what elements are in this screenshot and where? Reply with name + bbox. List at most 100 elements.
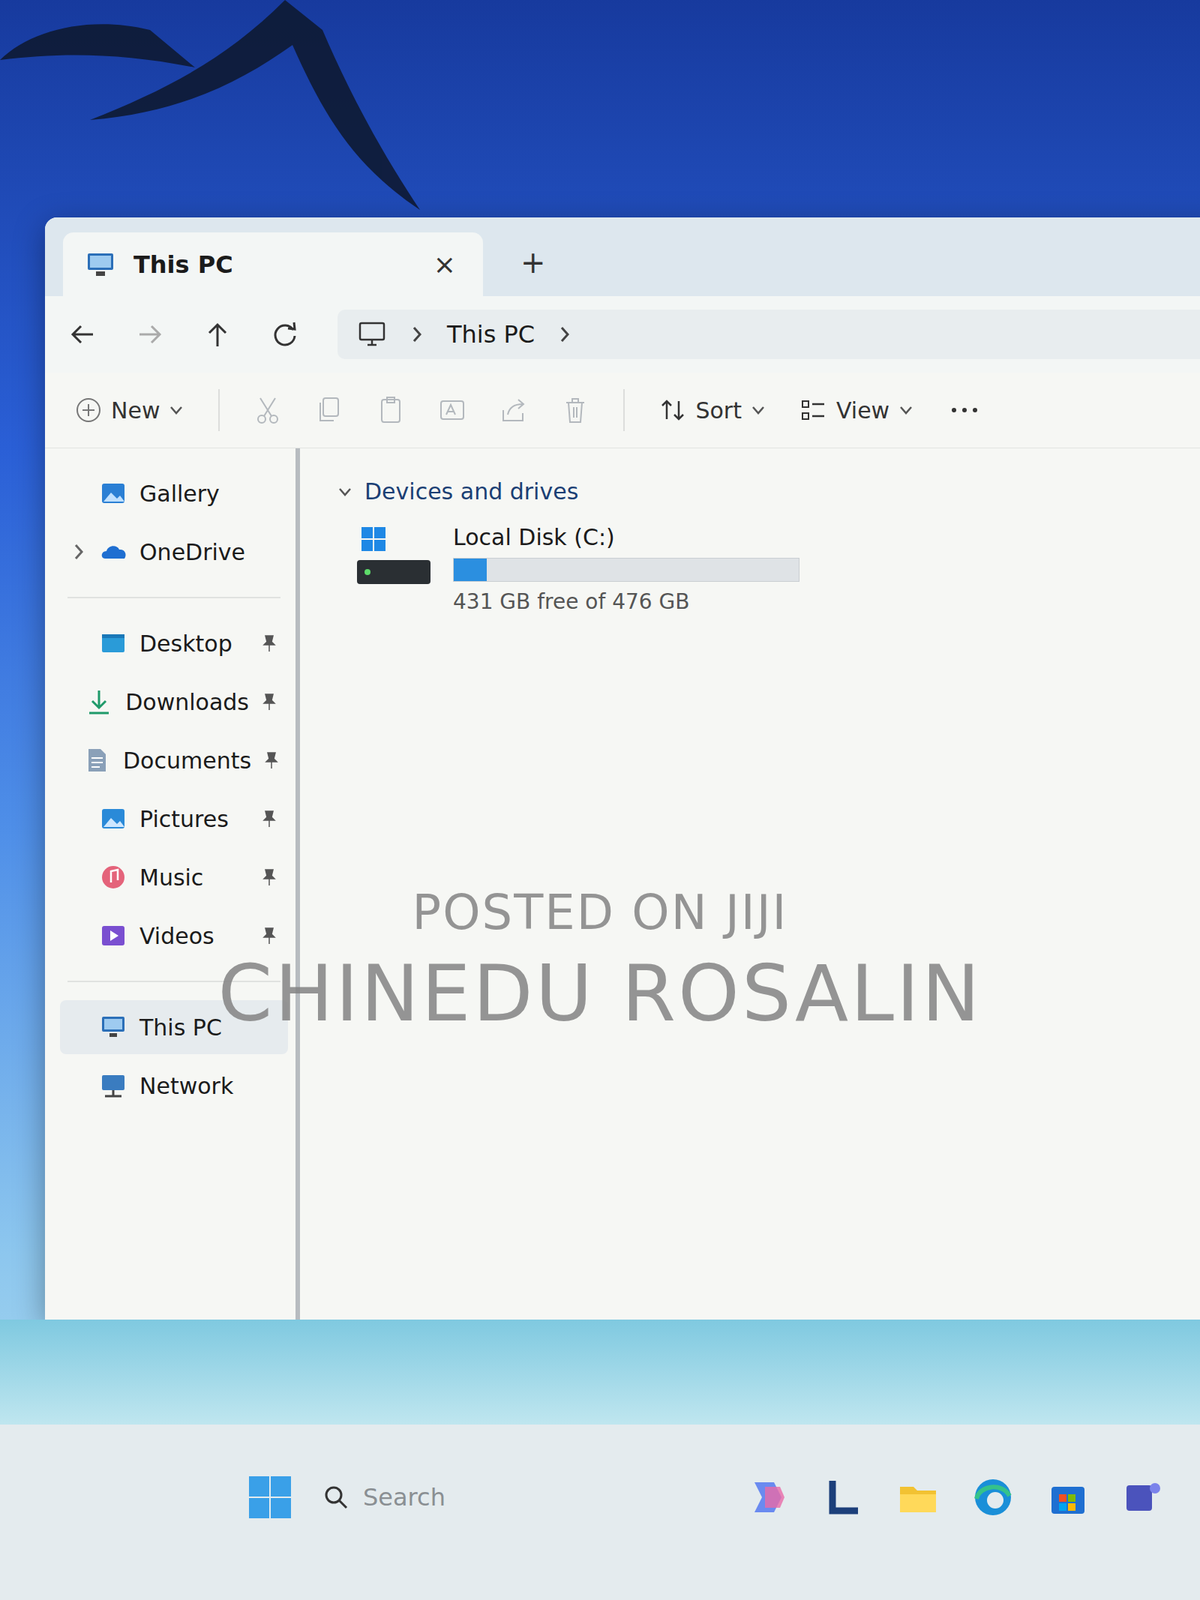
taskbar-search[interactable] — [322, 1482, 590, 1513]
window-tab[interactable]: This PC× — [63, 232, 483, 297]
separator — [623, 389, 625, 432]
wallpaper-strip — [0, 1320, 1200, 1425]
chevron-down-icon — [337, 484, 353, 500]
app-icon[interactable] — [822, 1476, 864, 1519]
sidebar-item[interactable]: Pictures — [60, 792, 288, 846]
paste-icon[interactable] — [377, 395, 405, 426]
sidebar-item[interactable]: Music — [60, 850, 288, 905]
sidebar-item[interactable]: OneDrive — [60, 525, 288, 579]
start-icon[interactable] — [247, 1475, 293, 1521]
rename-icon[interactable] — [438, 395, 466, 426]
pin-icon — [261, 926, 278, 946]
sidebar-item[interactable]: Documents — [60, 733, 288, 788]
share-icon[interactable] — [500, 395, 528, 426]
chevron-down-icon — [750, 402, 766, 418]
pin-icon — [261, 867, 278, 888]
new-tab-button[interactable]: + — [505, 245, 561, 297]
sidebar-label: Desktop — [139, 630, 249, 657]
drive-free-space: 431 GB free of 476 GB — [453, 589, 800, 615]
usage-fill — [453, 558, 487, 582]
drive-icon — [352, 524, 435, 592]
sidebar-label: Downloads — [125, 689, 249, 716]
drive-name: Local Disk (C:) — [453, 524, 800, 551]
pin-icon — [261, 692, 278, 712]
divider — [67, 597, 281, 599]
drive-tile[interactable]: Local Disk (C:) 431 GB free of 476 GB — [337, 524, 1193, 615]
chevron-down-icon — [168, 402, 184, 418]
navigation-pane: Gallery OneDrive Desktop Downloads Documents… — [45, 448, 300, 1320]
cut-icon[interactable] — [254, 395, 282, 426]
pin-icon — [261, 633, 278, 654]
sidebar-item[interactable]: Gallery — [60, 466, 288, 521]
delete-icon[interactable] — [561, 395, 589, 426]
chevron-right-icon — [71, 540, 87, 564]
pin-icon — [261, 809, 278, 829]
usage-bar — [453, 558, 800, 582]
separator — [218, 389, 220, 432]
taskbar-apps — [747, 1476, 1164, 1519]
close-tab-button[interactable]: × — [429, 249, 461, 280]
music-icon — [99, 863, 128, 892]
new-button[interactable]: New — [75, 396, 184, 424]
pin-icon — [263, 750, 280, 771]
edge-icon[interactable] — [972, 1476, 1014, 1519]
up-arrow-icon[interactable] — [202, 319, 233, 350]
section-header[interactable]: Devices and drives — [337, 478, 1193, 505]
search-icon — [322, 1484, 350, 1512]
download-icon — [84, 687, 114, 717]
sort-button[interactable]: Sort — [659, 396, 766, 424]
store-icon[interactable] — [1047, 1476, 1089, 1519]
new-label: New — [111, 397, 160, 424]
sidebar-label: Videos — [139, 923, 249, 950]
copilot-icon[interactable] — [747, 1476, 789, 1519]
view-label: View — [836, 397, 890, 424]
divider — [67, 981, 281, 983]
sidebar-item[interactable]: Videos — [60, 909, 288, 963]
sidebar-label: Pictures — [139, 806, 249, 833]
sidebar-item[interactable]: This PC — [60, 1000, 288, 1055]
sidebar-label: Documents — [123, 747, 252, 774]
forward-arrow-icon[interactable] — [135, 319, 165, 350]
sidebar-item[interactable]: Downloads — [60, 675, 288, 729]
section-label: Devices and drives — [364, 478, 579, 505]
network-icon — [99, 1071, 128, 1101]
computer-outline-icon — [357, 321, 387, 348]
teams-icon[interactable] — [1122, 1476, 1164, 1519]
drive-info: Local Disk (C:) 431 GB free of 476 GB — [453, 524, 800, 615]
navigation-bar: This PC — [45, 296, 1200, 373]
taskbar — [0, 1425, 1200, 1600]
expander[interactable] — [70, 540, 87, 564]
view-button[interactable]: View — [800, 396, 914, 424]
refresh-icon[interactable] — [270, 319, 300, 350]
chevron-right-icon — [557, 323, 573, 346]
explorer-window[interactable]: This PC×+This PCNewSortViewGalleryOneDri… — [45, 217, 1200, 1320]
breadcrumb[interactable]: This PC — [447, 320, 535, 349]
more-options-icon[interactable] — [948, 402, 981, 418]
sidebar-label: OneDrive — [139, 539, 249, 566]
sidebar-label: This PC — [139, 1014, 249, 1041]
onedrive-icon — [99, 537, 128, 567]
copy-icon[interactable] — [315, 395, 343, 426]
search-input[interactable] — [361, 1482, 590, 1513]
back-arrow-icon[interactable] — [67, 319, 98, 350]
watermark-line: POSTED ON JIJI — [412, 885, 789, 941]
sidebar-label: Music — [139, 864, 249, 891]
address-bar[interactable]: This PC — [337, 309, 1200, 360]
videos-icon — [99, 921, 128, 951]
watermark-line: CHINEDU ROSALIN — [218, 948, 983, 1040]
tab-bar: This PC× + — [45, 217, 1200, 297]
watermark: POSTED ON JIJI CHINEDU ROSALIN — [0, 885, 1200, 1040]
document-icon — [82, 746, 111, 775]
sidebar-item[interactable]: Network — [60, 1059, 288, 1113]
chevron-down-icon — [898, 402, 914, 418]
computer-icon — [85, 251, 116, 279]
content-pane: Devices and drives Local Disk (C:) 431 GB … — [300, 448, 1200, 1320]
sidebar-label: Gallery — [139, 480, 249, 507]
sort-icon — [659, 396, 687, 424]
folder-icon[interactable] — [897, 1476, 939, 1519]
sidebar-item[interactable]: Desktop — [60, 616, 288, 671]
plus-circle-icon — [75, 396, 102, 424]
